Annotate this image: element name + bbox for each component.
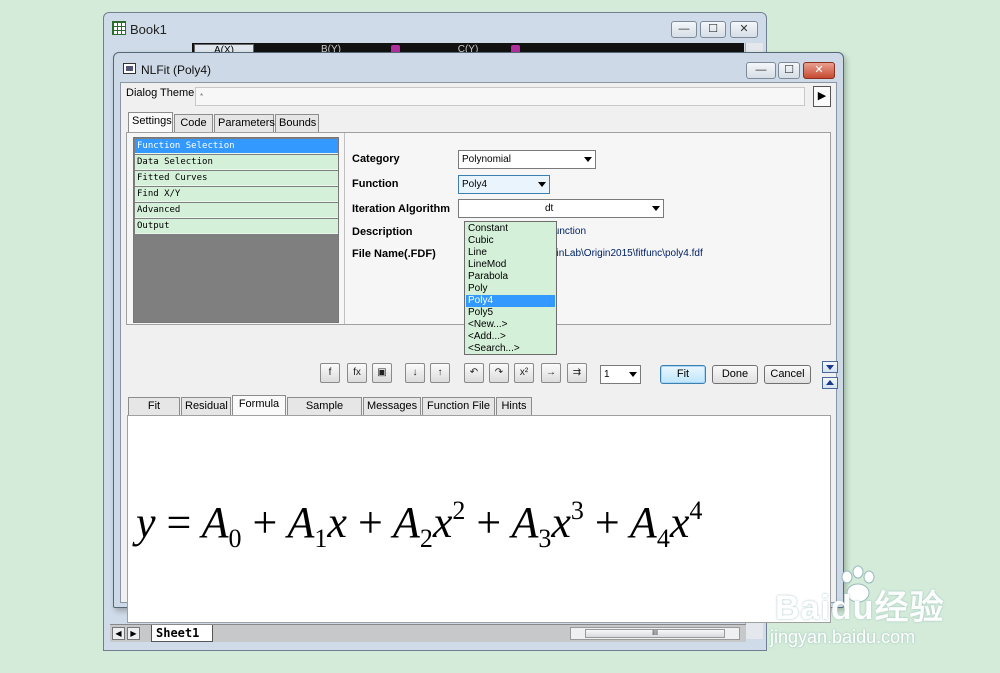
sort-up-icon[interactable]: ↑ (430, 363, 450, 383)
filename-value[interactable]: ginLab\Origin2015\fitfunc\poly4.fdf (551, 248, 703, 259)
book1-title: Book1 (130, 22, 167, 37)
tab-code[interactable]: Code (174, 114, 213, 132)
book1-horizontal-scrollbar[interactable]: III (570, 627, 740, 640)
tab-settings[interactable]: Settings (128, 112, 173, 132)
category-label: Category (352, 153, 400, 165)
function-option-constant[interactable]: Constant (466, 223, 555, 235)
settings-tree: Function Selection Data Selection Fitted… (133, 137, 339, 323)
cancel-button[interactable]: Cancel (764, 365, 811, 384)
iteration-algorithm-value: dt (545, 203, 554, 214)
nlfit-body: Dialog Theme * ▶ Settings Code Parameter… (120, 82, 838, 623)
dialog-theme-menu-button[interactable]: ▶ (813, 86, 831, 107)
iteration-algorithm-select[interactable]: dt (458, 199, 664, 218)
sheet-tab-bar: ◀ ▶ Sheet1 III (110, 624, 746, 642)
tree-item-function-selection[interactable]: Function Selection (135, 139, 338, 154)
formula-panel: y = A0 + A1x + A2x2 + A3x3 + A4x4 (127, 415, 831, 623)
fx-new-icon[interactable]: f (320, 363, 340, 383)
tab-parameters[interactable]: Parameters (214, 114, 275, 132)
dialog-theme-label: Dialog Theme (126, 87, 195, 99)
book1-minimize-button[interactable]: — (671, 21, 697, 38)
nlfit-close-button[interactable]: ✕ (803, 62, 835, 79)
hscroll-thumb[interactable]: III (585, 629, 725, 638)
sheet-prev-icon[interactable]: ◀ (112, 627, 125, 640)
dialog-icon (123, 63, 136, 74)
tab-formula[interactable]: Formula (232, 395, 286, 415)
chevron-down-icon (629, 372, 637, 377)
watermark-logo-text: Baidu经验 (775, 589, 945, 627)
function-label: Function (352, 178, 399, 190)
sheet-next-icon[interactable]: ▶ (127, 627, 140, 640)
tree-item-find-xy[interactable]: Find X/Y (135, 187, 338, 202)
function-option-add[interactable]: <Add...> (466, 331, 555, 343)
nlfit-minimize-button[interactable]: — (746, 62, 776, 79)
description-label: Description (352, 226, 413, 238)
tree-item-data-selection[interactable]: Data Selection (135, 155, 338, 170)
chevron-down-icon (538, 182, 546, 187)
book1-close-button[interactable]: ✕ (730, 21, 758, 38)
redo-icon[interactable]: ↷ (489, 363, 509, 383)
book1-title-bar[interactable] (104, 13, 766, 43)
chevron-down-icon (584, 157, 592, 162)
iterate-icon[interactable]: ⇉ (567, 363, 587, 383)
collapse-down-icon[interactable] (822, 361, 838, 373)
tab-hints[interactable]: Hints (496, 397, 532, 415)
sort-down-icon[interactable]: ↓ (405, 363, 425, 383)
dialog-theme-input[interactable]: * (195, 87, 805, 106)
filename-label: File Name(.FDF) (352, 248, 436, 260)
function-option-line[interactable]: Line (466, 247, 555, 259)
chi-square-icon[interactable]: x² (514, 363, 534, 383)
iteration-count-value: 1 (604, 369, 610, 380)
function-option-linemod[interactable]: LineMod (466, 259, 555, 271)
category-value: Polynomial (462, 154, 511, 165)
tab-fit-curve[interactable]: Fit Curve (128, 397, 180, 429)
nlfit-title: NLFit (Poly4) (141, 63, 212, 77)
expand-up-icon[interactable] (822, 377, 838, 389)
nlfit-dialog[interactable]: NLFit (Poly4) — ☐ ✕ Dialog Theme * ▶ Set… (113, 52, 844, 623)
formula-display: y = A0 + A1x + A2x2 + A3x3 + A4x4 (136, 496, 703, 553)
sheet1-tab[interactable]: Sheet1 (151, 625, 213, 642)
function-option-poly5[interactable]: Poly5 (466, 307, 555, 319)
tab-residual[interactable]: Residual (181, 397, 231, 415)
function-option-search[interactable]: <Search...> (466, 343, 555, 355)
undo-icon[interactable]: ↶ (464, 363, 484, 383)
function-option-cubic[interactable]: Cubic (466, 235, 555, 247)
tab-bounds[interactable]: Bounds (275, 114, 319, 132)
tree-item-output[interactable]: Output (135, 219, 338, 234)
function-option-poly4[interactable]: Poly4 (466, 295, 555, 307)
tab-messages[interactable]: Messages (363, 397, 421, 415)
function-dropdown-list: Constant Cubic Line LineMod Parabola Pol… (464, 221, 557, 355)
iteration-count-select[interactable]: 1 (600, 365, 641, 384)
function-option-poly[interactable]: Poly (466, 283, 555, 295)
fit-button[interactable]: Fit (660, 365, 706, 384)
function-option-parabola[interactable]: Parabola (466, 271, 555, 283)
done-button[interactable]: Done (712, 365, 758, 384)
function-option-new[interactable]: <New...> (466, 319, 555, 331)
tab-function-file[interactable]: Function File (422, 397, 495, 415)
function-select[interactable]: Poly4 (458, 175, 550, 194)
watermark-url: jingyan.baidu.com (770, 627, 916, 647)
function-value: Poly4 (462, 179, 488, 190)
fx-edit-icon[interactable]: fx (347, 363, 367, 383)
tree-item-fitted-curves[interactable]: Fitted Curves (135, 171, 338, 186)
book1-maximize-button[interactable]: ☐ (700, 21, 726, 38)
function-selection-form: Category Polynomial Function Poly4 Itera… (344, 133, 831, 324)
chevron-down-icon (652, 206, 660, 211)
tree-item-advanced[interactable]: Advanced (135, 203, 338, 218)
save-icon[interactable]: ▣ (372, 363, 392, 383)
tab-sample-curve[interactable]: Sample Curve (287, 397, 362, 429)
step-icon[interactable]: → (541, 363, 561, 383)
worksheet-icon (112, 21, 126, 35)
category-select[interactable]: Polynomial (458, 150, 596, 169)
iteration-algorithm-label: Iteration Algorithm (352, 203, 450, 215)
nlfit-maximize-button[interactable]: ☐ (778, 62, 800, 79)
